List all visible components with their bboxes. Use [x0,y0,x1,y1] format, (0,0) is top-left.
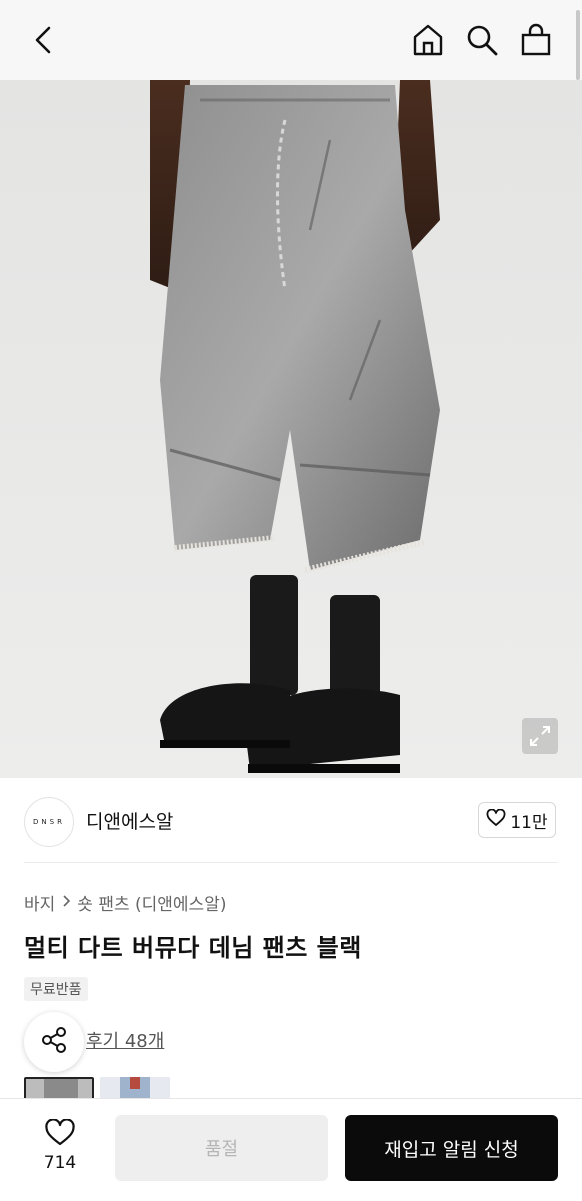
wishlist-button[interactable]: 714 [24,1117,96,1179]
free-return-badge: 무료반품 [24,977,88,1001]
heart-icon [44,1118,76,1151]
soldout-label: 품절 [204,1139,239,1160]
brand-like-count: 11만 [510,812,548,833]
home-icon[interactable] [410,22,446,58]
share-icon [39,1025,69,1059]
top-navigation-bar [0,0,582,80]
brand-row: DNSR 디앤에스알 11만 [0,778,582,864]
restock-label: 재입고 알림 신청 [384,1138,519,1161]
product-title: 멀티 다트 버뮤다 데님 팬츠 블랙 [24,934,362,962]
product-image[interactable] [0,80,582,778]
expand-icon[interactable] [522,718,558,754]
brand-logo-text: DNSR [33,818,65,826]
breadcrumb: 바지 숏 팬츠 (디앤에스알) [24,890,226,915]
wishlist-count: 714 [43,1153,77,1173]
breadcrumb-category[interactable]: 바지 [24,890,55,915]
divider [24,862,558,863]
chevron-right-icon [61,893,71,913]
breadcrumb-subcategory[interactable]: 숏 팬츠 (디앤에스알) [77,890,226,915]
share-button[interactable] [24,1012,84,1072]
review-link[interactable]: 후기 48개 [86,1027,164,1053]
brand-like-button[interactable]: 11만 [478,802,556,838]
search-icon[interactable] [464,22,500,58]
shopping-bag-icon[interactable] [518,22,554,58]
brand-logo[interactable]: DNSR [24,797,74,847]
scrollbar[interactable] [576,10,580,80]
badge-label: 무료반품 [30,982,82,998]
brand-name[interactable]: 디앤에스알 [86,807,173,834]
bottom-action-bar: 714 품절 재입고 알림 신청 [0,1098,582,1201]
soldout-button: 품절 [115,1115,328,1181]
back-icon[interactable] [28,22,60,58]
restock-alert-button[interactable]: 재입고 알림 신청 [345,1115,558,1181]
heart-icon [486,808,506,832]
